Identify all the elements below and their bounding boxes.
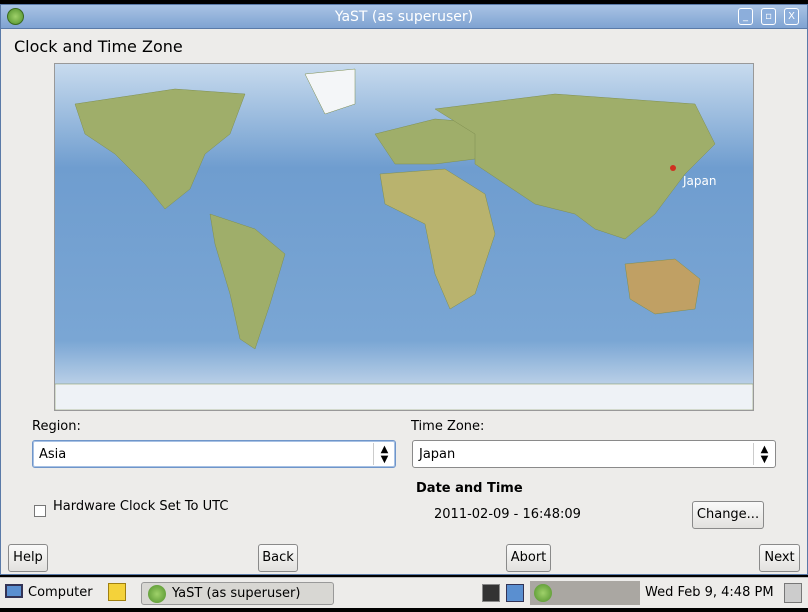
next-button[interactable]: Next <box>759 544 800 572</box>
region-label: Region: <box>32 419 81 434</box>
timezone-label: Time Zone: <box>411 419 485 434</box>
monitor-icon[interactable] <box>482 584 500 602</box>
timezone-select[interactable]: Japan ▲ ▼ <box>412 440 776 468</box>
task-label: YaST (as superuser) <box>172 586 301 601</box>
workspace-switcher[interactable] <box>530 581 640 605</box>
computer-icon[interactable] <box>5 584 23 598</box>
hardware-clock-label[interactable]: Hardware Clock Set To UTC <box>53 499 228 514</box>
updown-arrow-icon: ▲ ▼ <box>753 443 775 465</box>
yast-window: YaST (as superuser) _ ▫ X Clock and Time… <box>0 4 808 575</box>
network-icon[interactable] <box>506 584 524 602</box>
notes-icon[interactable] <box>108 583 126 601</box>
timezone-value: Japan <box>419 447 456 462</box>
close-button[interactable]: X <box>784 8 799 25</box>
date-time-value: 2011-02-09 - 16:48:09 <box>434 507 581 522</box>
trash-icon[interactable] <box>784 583 802 603</box>
map-marker-label: Japan <box>682 174 716 188</box>
taskbar: Computer YaST (as superuser) Wed Feb 9, … <box>0 577 808 608</box>
title-bar[interactable]: YaST (as superuser) _ ▫ X <box>1 5 807 29</box>
japan-marker[interactable] <box>670 165 676 171</box>
yast-icon <box>148 585 166 603</box>
help-button[interactable]: Help <box>8 544 48 572</box>
world-map[interactable]: Japan <box>54 63 754 411</box>
back-button[interactable]: Back <box>258 544 298 572</box>
change-button[interactable]: Change... <box>692 501 764 529</box>
computer-menu[interactable]: Computer <box>28 585 93 600</box>
region-select[interactable]: Asia ▲ ▼ <box>32 440 396 468</box>
yast-icon <box>534 584 552 602</box>
updown-arrow-icon: ▲ ▼ <box>373 443 395 465</box>
page-title: Clock and Time Zone <box>14 37 183 56</box>
hardware-clock-checkbox[interactable] <box>34 505 46 517</box>
window-title: YaST (as superuser) <box>334 9 474 25</box>
minimize-button[interactable]: _ <box>738 8 753 25</box>
taskbar-task-yast[interactable]: YaST (as superuser) <box>141 582 334 605</box>
abort-button[interactable]: Abort <box>506 544 551 572</box>
date-time-heading: Date and Time <box>416 481 523 496</box>
region-value: Asia <box>39 447 67 462</box>
clock[interactable]: Wed Feb 9, 4:48 PM <box>645 585 774 600</box>
maximize-button[interactable]: ▫ <box>761 8 776 25</box>
